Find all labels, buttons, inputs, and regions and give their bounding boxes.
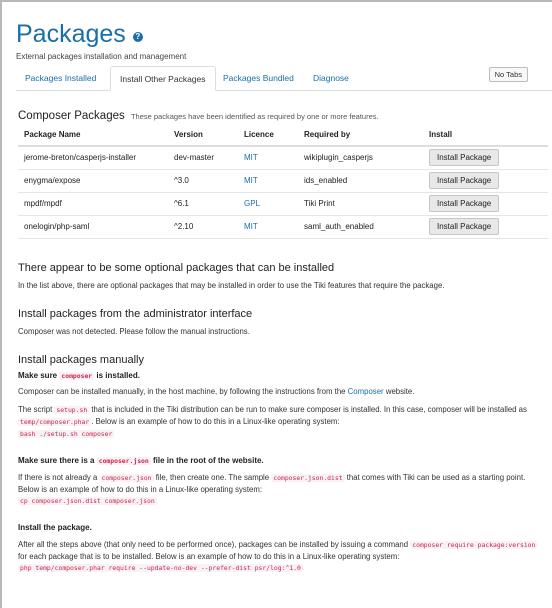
page-subtitle: External packages installation and manag… xyxy=(16,52,187,61)
composer-packages-note: These packages have been identified as r… xyxy=(130,112,379,121)
step1-heading: Make sure composer is installed. xyxy=(18,371,548,380)
step1-paragraph1: Composer can be installed manually, in t… xyxy=(18,386,548,397)
package-licence-link[interactable]: MIT xyxy=(238,145,298,169)
step1-command-line: bash ./setup.sh composer xyxy=(18,428,548,440)
step1-heading-code: composer xyxy=(59,372,95,380)
col-package-name: Package Name xyxy=(18,124,168,147)
package-name: jerome-breton/casperjs-installer xyxy=(18,145,168,169)
optional-packages-text: In the list above, there are optional pa… xyxy=(18,281,445,290)
step3-command-line: php temp/composer.phar require --update-… xyxy=(18,562,548,574)
col-required-by: Required by xyxy=(298,124,423,147)
step1-p1-post: website. xyxy=(385,387,415,396)
composer-packages-heading: Composer Packages These packages have be… xyxy=(18,110,379,122)
table-row: enygma/expose ^3.0 MIT ids_enabled Insta… xyxy=(18,168,548,192)
tab-packages-installed[interactable]: Packages Installed xyxy=(16,66,105,91)
package-version: ^6.1 xyxy=(168,191,238,215)
admin-install-section: Install packages from the administrator … xyxy=(18,308,548,337)
install-cell: Install Package xyxy=(423,168,548,192)
col-install: Install xyxy=(423,124,548,147)
step1-paragraph2: The script setup.sh that is included in … xyxy=(18,404,548,428)
title-row: Packages ? xyxy=(16,20,143,49)
step3-p-b: for each package that is to be installed… xyxy=(18,552,400,561)
step3-command: php temp/composer.phar require --update-… xyxy=(18,564,303,572)
step1-heading-post: is installed. xyxy=(96,371,140,380)
composer-json-dist-code: composer.json.dist xyxy=(271,474,345,482)
step2-heading: Make sure there is a composer.json file … xyxy=(18,456,548,465)
table-row: jerome-breton/casperjs-installer dev-mas… xyxy=(18,145,548,169)
install-package-button[interactable]: Install Package xyxy=(429,218,500,235)
setup-sh-code: setup.sh xyxy=(54,406,90,414)
step2-p-b: file, then create one. The sample xyxy=(155,473,270,482)
table-row: mpdf/mpdf ^6.1 GPL Tiki Print Install Pa… xyxy=(18,191,548,215)
step2-heading-code: composer.json xyxy=(96,457,151,465)
step2-command: cp composer.json.dist composer.json xyxy=(18,497,157,505)
package-licence-link[interactable]: MIT xyxy=(238,214,298,238)
package-name: onelogin/php-saml xyxy=(18,214,168,238)
help-icon[interactable]: ? xyxy=(132,31,143,42)
tab-packages-bundled[interactable]: Packages Bundled xyxy=(214,66,303,91)
step1-heading-pre: Make sure xyxy=(18,371,58,380)
col-version: Version xyxy=(168,124,238,147)
step1-command: bash ./setup.sh composer xyxy=(18,430,115,438)
package-required-by: saml_auth_enabled xyxy=(298,214,423,238)
manual-install-title: Install packages manually xyxy=(18,354,144,366)
col-licence: Licence xyxy=(238,124,298,147)
step3-heading: Install the package. xyxy=(18,523,92,532)
tab-diagnose[interactable]: Diagnose xyxy=(304,66,358,91)
step1-p2-b: that is included in the Tiki distributio… xyxy=(91,405,527,414)
step3-paragraph: After all the steps above (that only nee… xyxy=(18,539,548,562)
install-package-button[interactable]: Install Package xyxy=(429,149,500,167)
package-name: enygma/expose xyxy=(18,168,168,192)
step1-p1-pre: Composer can be installed manually, in t… xyxy=(18,387,346,396)
manual-install-section: Install packages manually Make sure comp… xyxy=(18,354,548,574)
package-required-by: wikiplugin_casperjs xyxy=(298,145,423,169)
admin-install-title: Install packages from the administrator … xyxy=(18,308,253,320)
composer-website-link[interactable]: Composer xyxy=(348,387,384,396)
install-package-button[interactable]: Install Package xyxy=(429,195,500,212)
install-package-button[interactable]: Install Package xyxy=(429,172,500,189)
table-row: onelogin/php-saml ^2.10 MIT saml_auth_en… xyxy=(18,214,548,238)
step2-command-line: cp composer.json.dist composer.json xyxy=(18,495,548,507)
composer-packages-table: Package Name Version Licence Required by… xyxy=(18,124,548,239)
step2-paragraph: If there is not already a composer.json … xyxy=(18,472,548,495)
step3-p-a: After all the steps above (that only nee… xyxy=(18,540,409,549)
optional-packages-title: There appear to be some optional package… xyxy=(18,262,335,274)
install-cell: Install Package xyxy=(423,191,548,215)
no-tabs-button[interactable]: No Tabs xyxy=(488,67,528,82)
package-required-by: Tiki Print xyxy=(298,191,423,215)
composer-require-code: composer require package:version xyxy=(410,541,538,549)
package-required-by: ids_enabled xyxy=(298,168,423,192)
page-title: Packages xyxy=(16,20,126,48)
step1-p2-c: . Below is an example of how to do this … xyxy=(91,417,340,426)
package-licence-link[interactable]: GPL xyxy=(238,191,298,215)
package-licence-link[interactable]: MIT xyxy=(238,168,298,192)
package-version: ^3.0 xyxy=(168,168,238,192)
install-cell: Install Package xyxy=(423,214,548,238)
tab-bar: Packages Installed Install Other Package… xyxy=(16,66,552,91)
step2-heading-post: file in the root of the website. xyxy=(152,456,264,465)
package-version: ^2.10 xyxy=(168,214,238,238)
package-version: dev-master xyxy=(168,145,238,169)
step2-heading-pre: Make sure there is a xyxy=(18,456,95,465)
package-name: mpdf/mpdf xyxy=(18,191,168,215)
optional-packages-section: There appear to be some optional package… xyxy=(18,262,548,291)
install-cell: Install Package xyxy=(423,145,548,169)
step1-p2-a: The script xyxy=(18,405,53,414)
table-header-row: Package Name Version Licence Required by… xyxy=(18,124,548,147)
admin-install-text: Composer was not detected. Please follow… xyxy=(18,327,250,336)
composer-json-code: composer.json xyxy=(99,474,154,482)
composer-packages-title: Composer Packages xyxy=(18,110,125,122)
tab-install-other-packages[interactable]: Install Other Packages xyxy=(110,66,216,91)
composer-phar-code: temp/composer.phar xyxy=(18,418,92,426)
step2-p-a: If there is not already a xyxy=(18,473,98,482)
